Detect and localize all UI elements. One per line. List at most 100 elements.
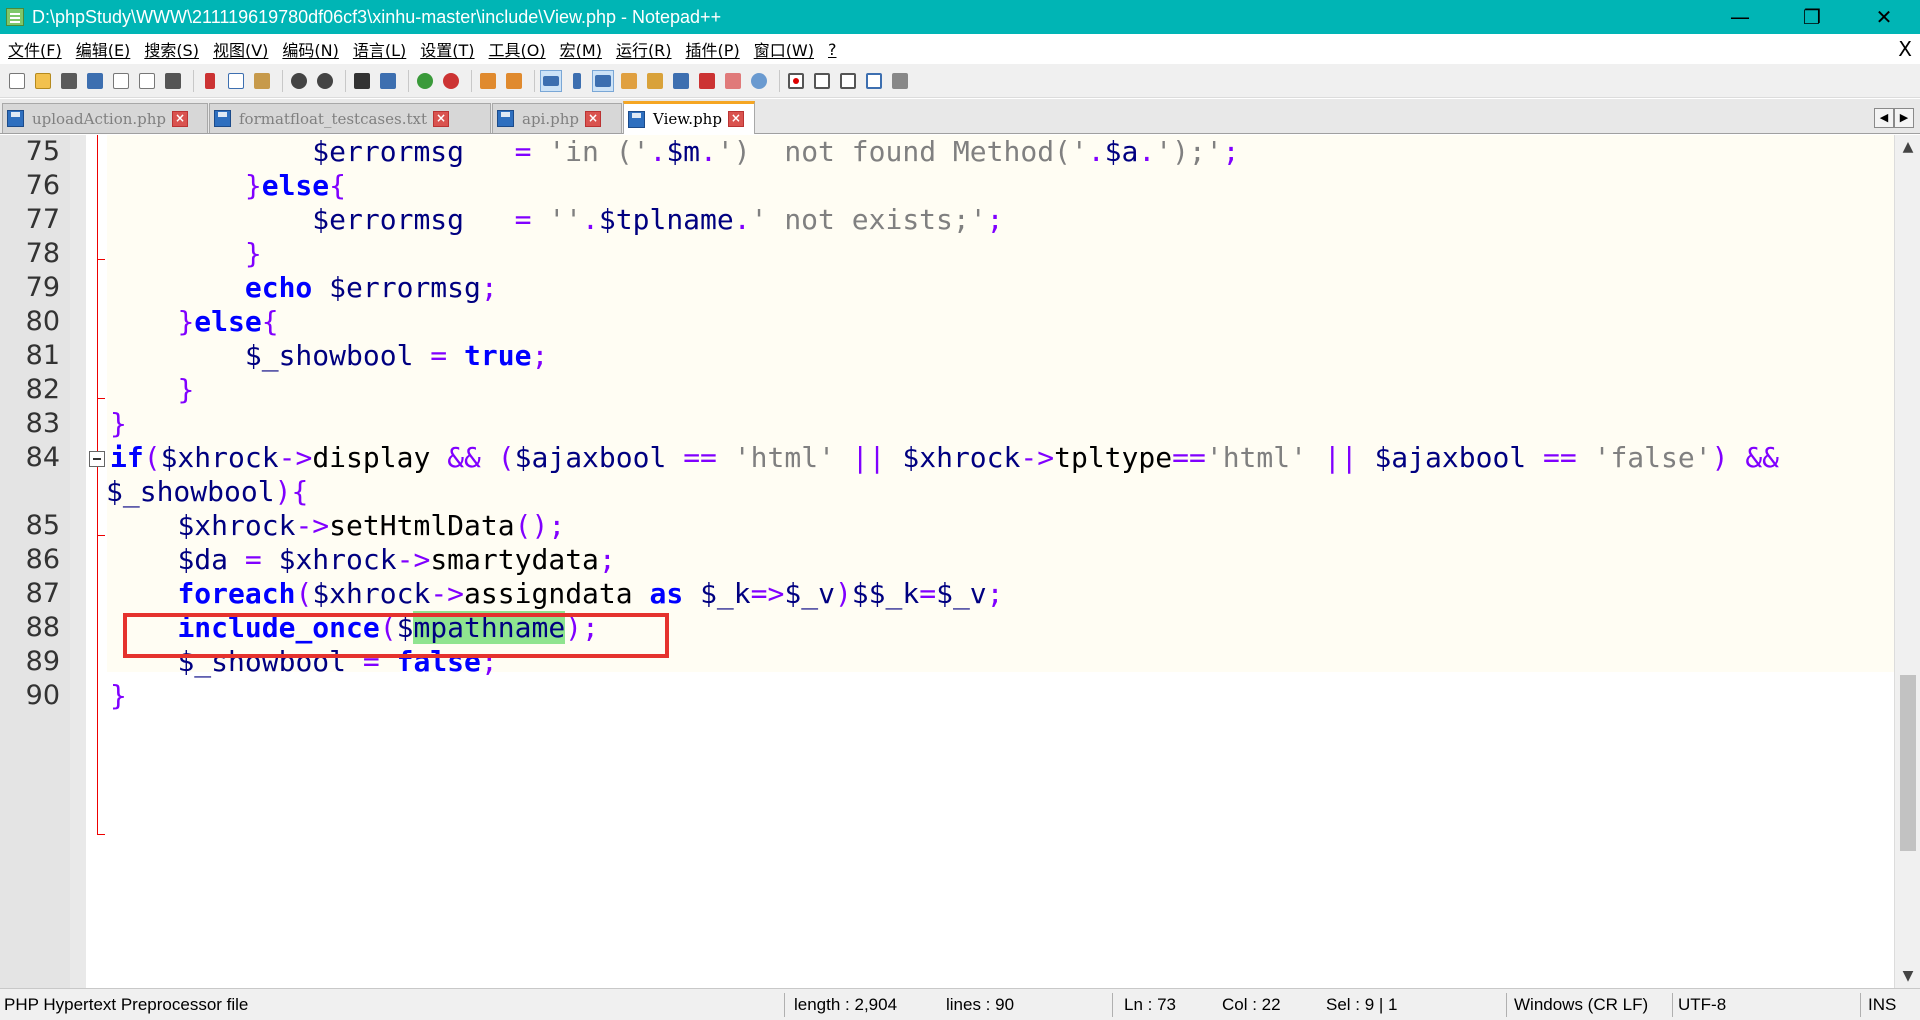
tab-api[interactable]: api.php × <box>492 103 622 133</box>
code-token: == <box>1543 441 1577 474</box>
menu-edit[interactable]: 编辑(E) <box>76 37 131 61</box>
sync-horizontal-icon[interactable] <box>503 70 525 92</box>
replace-icon[interactable] <box>377 70 399 92</box>
udl-icon[interactable] <box>618 70 640 92</box>
code-token: ; <box>531 339 549 372</box>
minimize-button[interactable]: — <box>1704 0 1776 34</box>
code-token: ( <box>295 577 313 610</box>
tab-uploadaction[interactable]: uploadAction.php × <box>2 103 208 133</box>
menu-encoding[interactable]: 编码(N) <box>282 37 338 61</box>
code-token: echo <box>244 271 313 304</box>
menu-tools[interactable]: 工具(O) <box>489 37 546 61</box>
scroll-up-icon[interactable]: ▲ <box>1895 135 1920 159</box>
code-token: $_k <box>700 577 751 610</box>
tab-label: uploadAction.php <box>32 109 167 128</box>
code-token: . <box>649 135 667 168</box>
zoom-in-icon[interactable] <box>414 70 436 92</box>
show-all-characters-icon[interactable] <box>566 70 588 92</box>
menu-window[interactable]: 窗口(W) <box>754 37 814 61</box>
menu-settings[interactable]: 设置(T) <box>420 37 474 61</box>
menu-macro[interactable]: 宏(M) <box>560 37 602 61</box>
paste-icon[interactable] <box>251 70 273 92</box>
close-document-button[interactable]: X <box>1898 34 1912 64</box>
scroll-down-icon[interactable]: ▼ <box>1895 964 1920 988</box>
stop-macro-icon[interactable] <box>811 70 833 92</box>
code-text: $da = $xhrock->smartydata; <box>110 543 615 577</box>
print-icon[interactable] <box>162 70 184 92</box>
scrollbar-thumb[interactable] <box>1900 675 1916 851</box>
menu-help[interactable]: ? <box>828 40 837 59</box>
close-button[interactable]: ✕ <box>1848 0 1920 34</box>
close-tab-icon[interactable]: × <box>432 110 449 127</box>
tab-prev-button[interactable]: ◀ <box>1874 108 1894 128</box>
menu-plugins[interactable]: 插件(P) <box>686 37 740 61</box>
close-tab-icon[interactable]: × <box>172 110 189 127</box>
code-editor[interactable]: 75 76 77 78 79 80 81 82 83 84 85 86 87 8… <box>0 135 1920 988</box>
code-token: = <box>430 339 448 372</box>
zoom-out-icon[interactable] <box>440 70 462 92</box>
save-macro-icon[interactable] <box>889 70 911 92</box>
notepad-plus-plus-icon <box>6 8 24 26</box>
tab-next-button[interactable]: ▶ <box>1894 108 1914 128</box>
menu-language[interactable]: 语言(L) <box>353 37 406 61</box>
word-wrap-icon[interactable] <box>540 69 562 92</box>
annotation-highlight-box <box>123 613 669 658</box>
menu-view[interactable]: 视图(V) <box>213 37 268 61</box>
code-line: } <box>0 407 1894 441</box>
code-token: } <box>177 305 195 338</box>
code-token: ) <box>834 577 852 610</box>
menu-file[interactable]: 文件(F) <box>8 37 62 61</box>
doc-list-icon[interactable] <box>670 70 692 92</box>
code-text: $_showbool = true; <box>110 339 548 373</box>
tab-view[interactable]: View.php × <box>623 101 755 134</box>
cut-icon[interactable] <box>199 70 221 92</box>
status-bar: PHP Hypertext Preprocessor file length :… <box>0 988 1920 1020</box>
save-icon[interactable] <box>58 70 80 92</box>
code-token: } <box>244 169 262 202</box>
code-text: $_showbool){ <box>106 475 308 509</box>
close-tab-icon[interactable]: × <box>727 111 744 127</box>
maximize-button[interactable]: ❐ <box>1776 0 1848 34</box>
tab-formatfloat-testcases[interactable]: formatfloat_testcases.txt × <box>209 103 491 133</box>
code-token: -> <box>430 577 465 610</box>
code-token: ( <box>497 441 515 474</box>
play-macro-icon[interactable] <box>837 70 859 92</box>
code-token: $a <box>1104 135 1139 168</box>
vertical-scrollbar[interactable]: ▲ ▼ <box>1894 135 1920 988</box>
indent-guide-icon[interactable] <box>592 69 614 92</box>
monitoring-icon[interactable] <box>748 70 770 92</box>
code-token: = <box>514 203 532 236</box>
code-token: display <box>312 441 431 474</box>
save-all-icon[interactable] <box>84 70 106 92</box>
function-list-icon[interactable] <box>696 70 718 92</box>
menu-search[interactable]: 搜索(S) <box>144 37 199 61</box>
copy-icon[interactable] <box>225 70 247 92</box>
find-icon[interactable] <box>351 70 373 92</box>
sync-vertical-icon[interactable] <box>477 70 499 92</box>
undo-icon[interactable] <box>288 70 310 92</box>
redo-icon[interactable] <box>314 70 336 92</box>
folder-workspace-icon[interactable] <box>722 70 744 92</box>
code-token: $xhrock <box>902 441 1021 474</box>
menu-run[interactable]: 运行(R) <box>616 37 672 61</box>
new-file-icon[interactable] <box>6 70 28 92</box>
status-selection: Sel : 9 | 1 <box>1326 995 1398 1014</box>
code-token: . <box>733 203 751 236</box>
open-file-icon[interactable] <box>32 70 54 92</box>
code-token: $$_k <box>851 577 920 610</box>
close-all-icon[interactable] <box>136 70 158 92</box>
record-macro-icon[interactable] <box>785 70 807 92</box>
tab-label: View.php <box>653 110 722 128</box>
doc-map-icon[interactable] <box>644 70 666 92</box>
code-token: $xhrock <box>160 441 279 474</box>
close-file-icon[interactable] <box>110 70 132 92</box>
close-tab-icon[interactable]: × <box>584 110 601 127</box>
run-macro-multiple-icon[interactable] <box>863 70 885 92</box>
code-text: $xhrock->setHtmlData(); <box>110 509 565 543</box>
